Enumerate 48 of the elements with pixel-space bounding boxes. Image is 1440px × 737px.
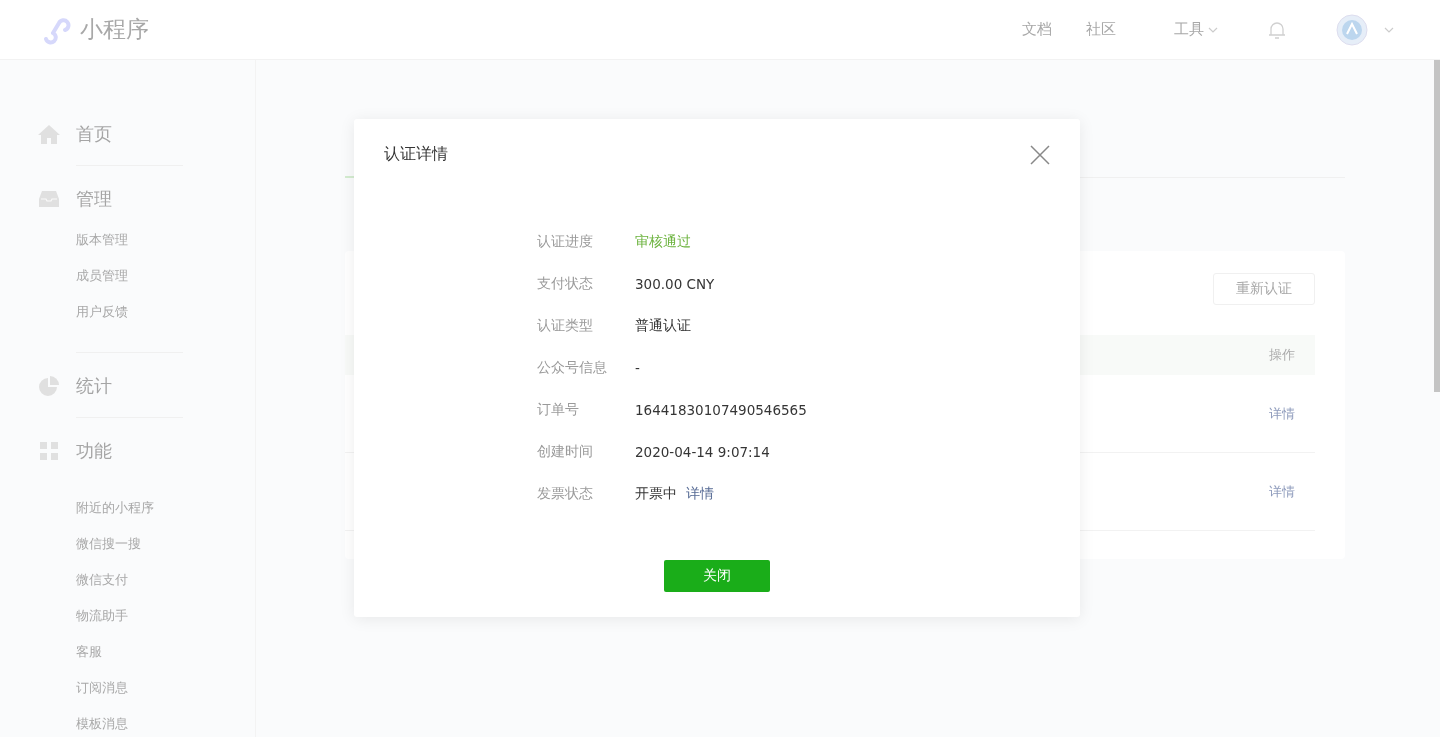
nav-link[interactable]: 工具 <box>1174 20 1218 39</box>
field-label: 支付状态 <box>537 275 594 293</box>
field-label: 订单号 <box>537 401 580 419</box>
sidebar-section[interactable]: 功能 <box>76 439 112 463</box>
sidebar-section[interactable]: 管理 <box>76 187 112 211</box>
grid-icon <box>38 442 60 460</box>
sidebar-item[interactable]: 微信支付 <box>76 570 255 606</box>
close-icon[interactable] <box>1030 144 1050 165</box>
field-label: 认证类型 <box>537 317 594 335</box>
sidebar-item[interactable]: 附近的小程序 <box>76 498 255 534</box>
dialog-title: 认证详情 <box>384 144 448 165</box>
field-label: 创建时间 <box>537 443 594 461</box>
sidebar-section[interactable]: 统计 <box>76 374 112 398</box>
field-value: 审核通过 <box>635 233 691 251</box>
inbox-icon <box>38 190 60 208</box>
field-label: 认证进度 <box>537 233 594 251</box>
sidebar-item[interactable]: 物流助手 <box>76 606 255 642</box>
home-icon <box>38 124 60 144</box>
avatar[interactable] <box>1336 13 1368 46</box>
field-value: 300.00 CNY <box>635 276 715 292</box>
field-value: 2020-04-14 9:07:14 <box>635 444 770 460</box>
sidebar-item[interactable]: 订阅消息 <box>76 678 255 714</box>
bell-icon[interactable] <box>1268 19 1286 40</box>
sidebar-item[interactable]: 成员管理 <box>76 266 255 302</box>
field-value: - <box>635 360 640 376</box>
pie-chart-icon <box>38 376 60 396</box>
field-value: 普通认证 <box>635 317 691 335</box>
reauth-button[interactable]: 重新认证 <box>1213 273 1315 305</box>
nav-link[interactable]: 文档 <box>1022 20 1052 39</box>
details-link[interactable]: 详情 <box>686 485 714 503</box>
sidebar-item[interactable]: 模板消息 <box>76 714 255 737</box>
sidebar-section[interactable]: 首页 <box>76 122 112 146</box>
column-header: 操作 <box>1269 346 1295 364</box>
sidebar-item[interactable]: 版本管理 <box>76 230 255 266</box>
logo-text: 小程序 <box>80 15 149 44</box>
field-value: 16441830107490546565 <box>635 402 807 418</box>
field-value: 开票中 <box>635 485 677 503</box>
close-button[interactable]: 关闭 <box>664 560 770 592</box>
nav-link[interactable]: 社区 <box>1086 20 1116 39</box>
caret-icon[interactable] <box>1208 26 1218 33</box>
details-link[interactable]: 详情 <box>1269 404 1295 423</box>
details-link[interactable]: 详情 <box>1269 482 1295 501</box>
caret-icon[interactable] <box>1384 26 1394 33</box>
scrollbar[interactable] <box>1434 60 1440 392</box>
field-label: 发票状态 <box>537 485 594 503</box>
sidebar-item[interactable]: 用户反馈 <box>76 302 255 338</box>
field-label: 公众号信息 <box>537 359 608 377</box>
sidebar-item[interactable]: 客服 <box>76 642 255 678</box>
